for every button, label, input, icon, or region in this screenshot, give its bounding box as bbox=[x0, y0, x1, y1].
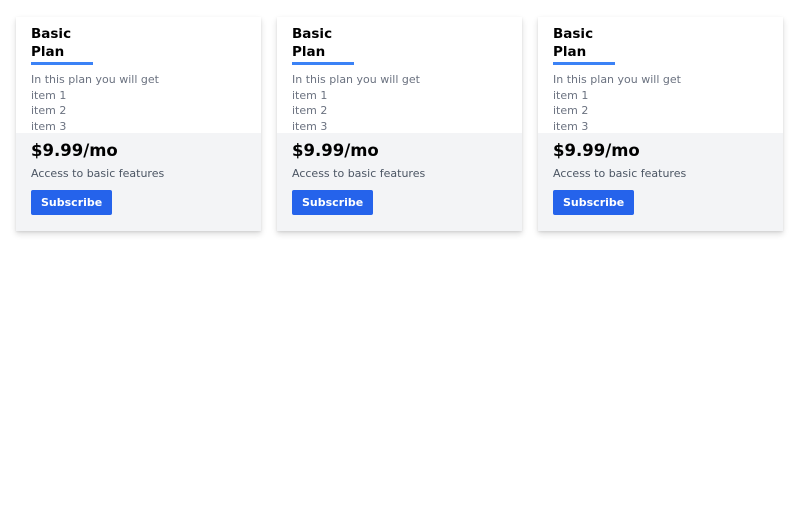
plan-card: Basic Plan In this plan you will get ite… bbox=[277, 17, 522, 231]
plan-title-underline bbox=[553, 62, 615, 65]
subscribe-button[interactable]: Subscribe bbox=[31, 190, 113, 215]
plan-feature-item: item 2 bbox=[31, 104, 67, 117]
plan-price: $9.99/mo bbox=[553, 141, 640, 160]
subscribe-button[interactable]: Subscribe bbox=[292, 190, 374, 215]
plan-feature-item: item 1 bbox=[553, 88, 589, 102]
plan-feature-item: item 1 bbox=[292, 88, 328, 102]
plan-price: $9.99/mo bbox=[31, 141, 118, 160]
plan-title: Basic Plan bbox=[553, 26, 594, 60]
plan-feature-item: item 3 bbox=[553, 119, 589, 133]
plan-description: Access to basic features bbox=[292, 167, 426, 180]
plan-feature-item: item 2 bbox=[292, 104, 328, 117]
plan-card-header: Basic Plan In this plan you will get ite… bbox=[277, 17, 522, 133]
plan-card-footer: $9.99/mo Access to basic features Subscr… bbox=[16, 133, 261, 231]
plan-card-header: Basic Plan In this plan you will get ite… bbox=[16, 17, 261, 133]
plan-card-footer: $9.99/mo Access to basic features Subscr… bbox=[277, 133, 522, 231]
plan-card-footer: $9.99/mo Access to basic features Subscr… bbox=[538, 133, 783, 231]
plan-description: Access to basic features bbox=[553, 167, 687, 180]
plan-intro: In this plan you will get bbox=[553, 73, 681, 86]
plan-feature-item: item 2 bbox=[553, 104, 589, 117]
plan-intro: In this plan you will get bbox=[292, 73, 420, 86]
plan-title-underline bbox=[31, 62, 93, 65]
plan-card: Basic Plan In this plan you will get ite… bbox=[16, 17, 261, 231]
subscribe-button[interactable]: Subscribe bbox=[553, 190, 635, 215]
plan-feature-item: item 3 bbox=[31, 119, 67, 133]
plan-feature-item: item 1 bbox=[31, 88, 67, 102]
plan-title: Basic Plan bbox=[292, 26, 333, 60]
plan-description: Access to basic features bbox=[31, 167, 165, 180]
pricing-plans: Basic Plan In this plan you will get ite… bbox=[16, 17, 783, 231]
plan-card: Basic Plan In this plan you will get ite… bbox=[538, 17, 783, 231]
plan-feature-item: item 3 bbox=[292, 119, 328, 133]
plan-title: Basic Plan bbox=[31, 26, 72, 60]
plan-card-header: Basic Plan In this plan you will get ite… bbox=[538, 17, 783, 133]
plan-intro: In this plan you will get bbox=[31, 73, 159, 86]
plan-price: $9.99/mo bbox=[292, 141, 379, 160]
plan-title-underline bbox=[292, 62, 354, 65]
